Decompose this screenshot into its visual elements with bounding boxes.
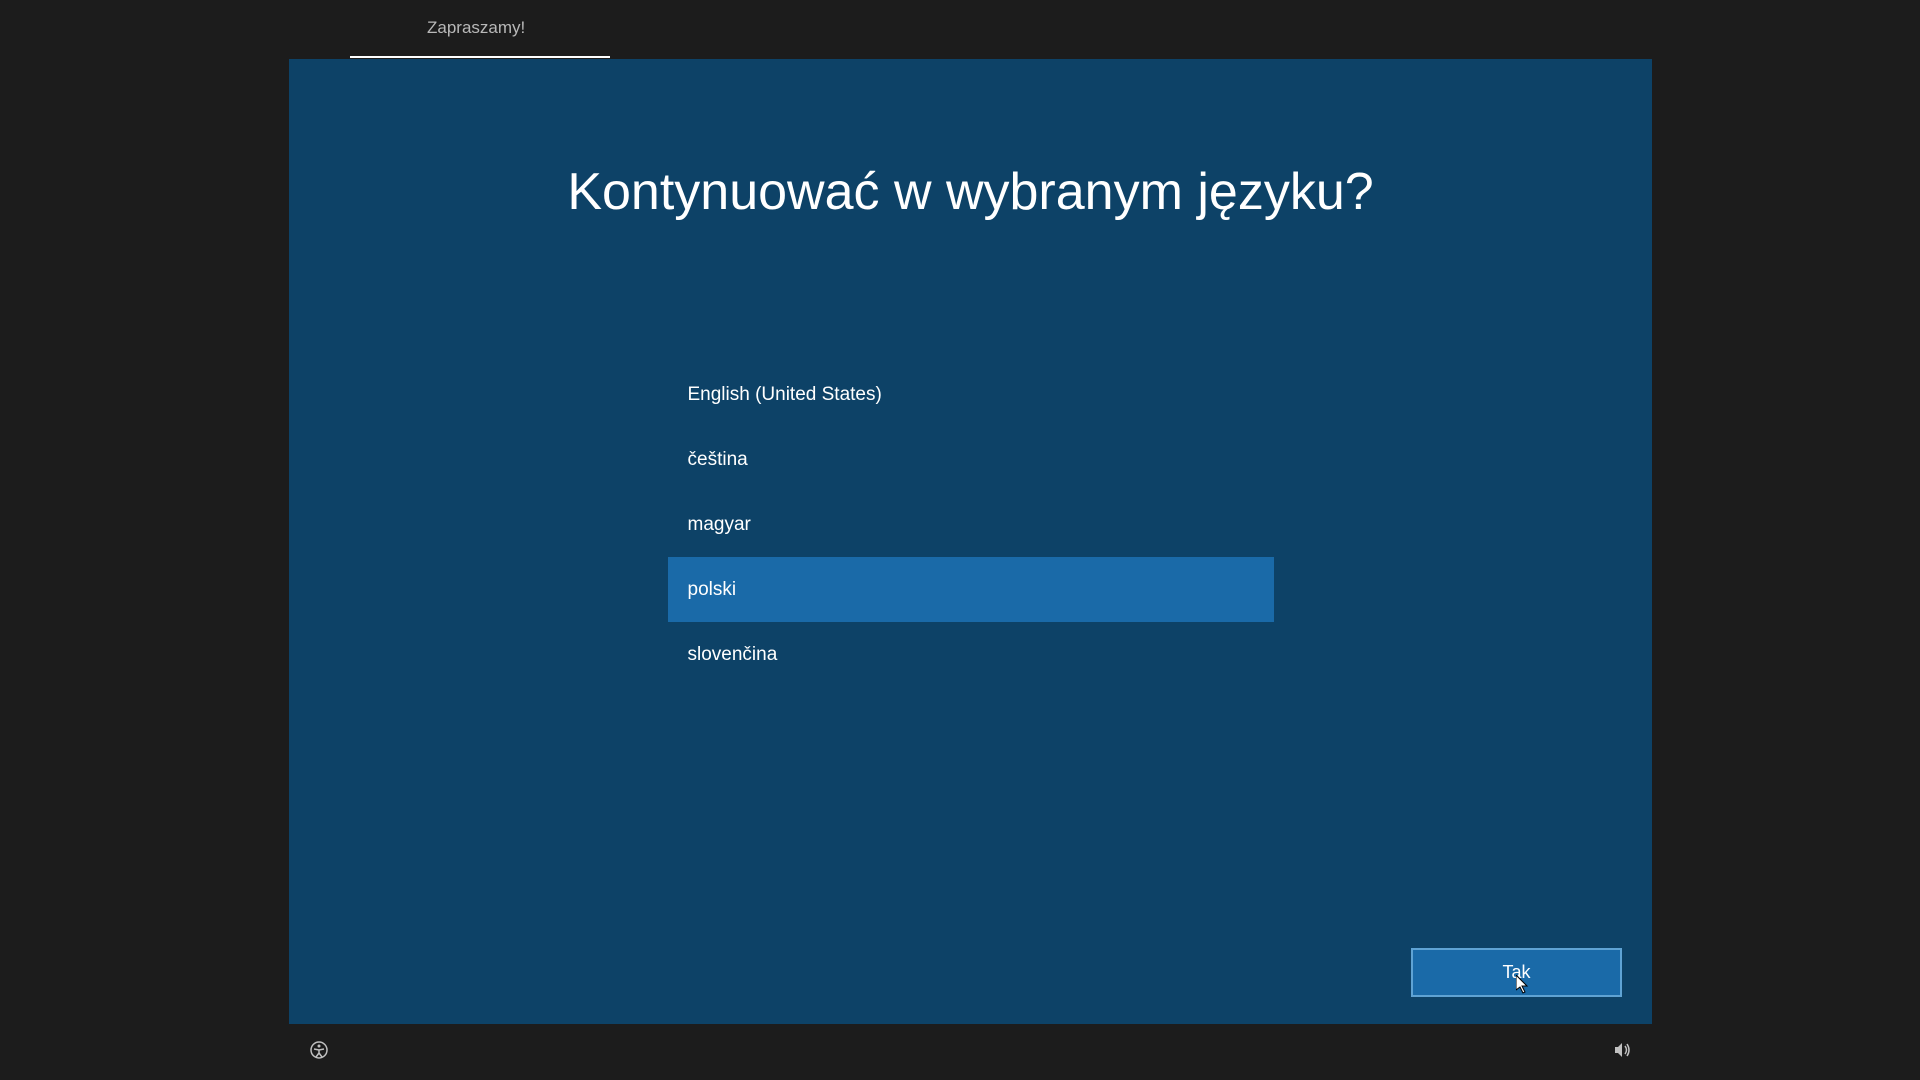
content-panel: Kontynuować w wybranym języku? English (… [289, 59, 1652, 1024]
bottom-bar [289, 1024, 1652, 1080]
language-label: slovenčina [688, 644, 778, 666]
tab-label: Zapraszamy! [427, 18, 525, 38]
language-item-english[interactable]: English (United States) [668, 362, 1274, 427]
language-label: čeština [688, 449, 748, 471]
language-label: English (United States) [688, 384, 882, 406]
tab-bar: Zapraszamy! [0, 0, 1920, 59]
language-item-hungarian[interactable]: magyar [668, 492, 1274, 557]
language-item-polish[interactable]: polski [668, 557, 1274, 622]
confirm-button-label: Tak [1502, 962, 1530, 983]
page-title: Kontynuować w wybranym języku? [289, 162, 1652, 222]
outer-frame: Zapraszamy! Kontynuować w wybranym język… [0, 0, 1920, 1080]
confirm-button[interactable]: Tak [1411, 948, 1622, 997]
language-label: magyar [688, 514, 751, 536]
language-list: English (United States) čeština magyar p… [668, 362, 1274, 687]
language-item-czech[interactable]: čeština [668, 427, 1274, 492]
tab-welcome[interactable]: Zapraszamy! [350, 0, 610, 58]
accessibility-icon[interactable] [309, 1040, 329, 1065]
language-label: polski [688, 579, 737, 601]
volume-icon[interactable] [1612, 1040, 1632, 1065]
language-item-slovak[interactable]: slovenčina [668, 622, 1274, 687]
